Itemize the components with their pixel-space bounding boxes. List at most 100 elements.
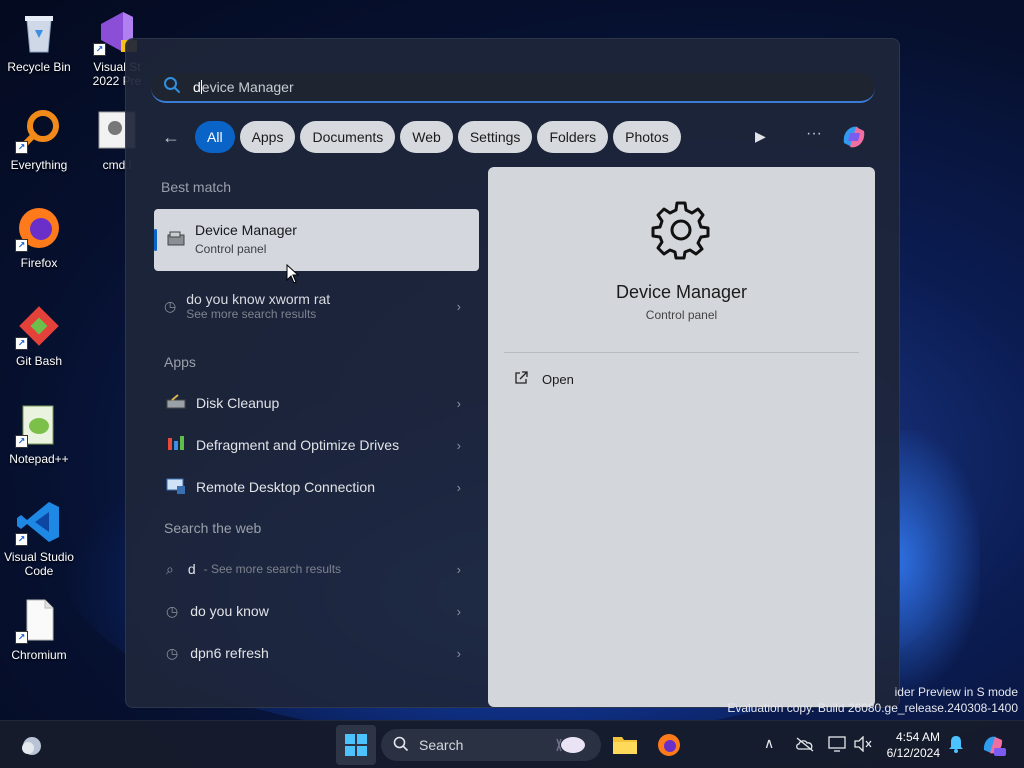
details-title: Device Manager (615, 282, 748, 302)
onedrive-offline-icon[interactable] (795, 736, 815, 757)
filter-folders[interactable]: Folders (537, 121, 609, 153)
gear-icon (650, 199, 712, 266)
filter-bar: ← All Apps Documents Web Settings Folder… (162, 121, 681, 153)
desktop-icon-firefox[interactable]: ↗ Firefox (0, 204, 78, 270)
play-more-filters-icon[interactable]: ▶ (755, 128, 766, 145)
git-bash-icon: ↗ (15, 302, 63, 350)
shortcut-arrow-icon: ↗ (15, 239, 28, 252)
web-result-item[interactable]: ◷ dpn6 refresh › (154, 634, 479, 672)
search-panel: device Manager ← All Apps Documents Web … (125, 38, 900, 708)
windows-logo-icon (345, 734, 367, 756)
filter-photos[interactable]: Photos (613, 121, 681, 153)
web-result-query: do you know (190, 603, 269, 619)
chevron-right-icon: › (456, 479, 461, 495)
chevron-right-icon: › (456, 298, 461, 314)
chevron-right-icon: › (456, 395, 461, 411)
desktop-icon-label: Recycle Bin (7, 60, 71, 74)
desktop-icon-label: Git Bash (15, 354, 63, 368)
desktop-icon-vscode[interactable]: ↗ Visual Studio Code (0, 498, 78, 578)
web-result-item[interactable]: ◷ do you know › (154, 592, 479, 630)
web-suggestion-subtitle: See more search results (186, 307, 317, 321)
chevron-right-icon: › (456, 603, 461, 619)
filter-settings[interactable]: Settings (457, 121, 533, 153)
mouse-cursor-icon (286, 263, 300, 289)
app-item-disk-cleanup[interactable]: Disk Cleanup › (154, 384, 479, 422)
build-watermark-line2: Evaluation copy. Build 26080.ge_release.… (727, 701, 1018, 715)
details-divider (504, 352, 859, 353)
search-icon (393, 736, 409, 755)
history-icon: ◷ (164, 297, 177, 314)
history-icon: ◷ (166, 602, 179, 619)
desktop-icon-git-bash[interactable]: ↗ Git Bash (0, 302, 78, 368)
recycle-bin-icon (15, 8, 63, 56)
search-query: device Manager (193, 79, 294, 95)
volume-muted-icon[interactable] (854, 735, 872, 757)
app-label: Defragment and Optimize Drives (196, 437, 400, 453)
vscode-icon: ↗ (15, 498, 63, 546)
network-icon[interactable] (828, 736, 846, 757)
filter-web[interactable]: Web (400, 121, 453, 153)
web-result-item[interactable]: ⌕ d - See more search results › (154, 550, 479, 588)
web-result-query: d (187, 561, 196, 577)
web-result-query: dpn6 refresh (190, 645, 269, 661)
clock[interactable]: 4:54 AM 6/12/2024 (887, 729, 940, 761)
app-item-remote-desktop[interactable]: Remote Desktop Connection › (154, 468, 479, 506)
apps-heading: Apps (164, 354, 196, 370)
shortcut-arrow-icon: ↗ (15, 141, 28, 154)
open-label: Open (542, 372, 574, 387)
history-icon: ◷ (166, 644, 179, 661)
desktop-icon-chromium[interactable]: ↗ Chromium (0, 596, 78, 662)
remote-desktop-icon (166, 477, 186, 498)
best-match-item[interactable]: Device Manager Control panel (154, 209, 479, 271)
best-match-heading: Best match (161, 179, 232, 195)
details-category: Control panel (645, 308, 718, 322)
shortcut-arrow-icon: ↗ (93, 43, 106, 56)
shortcut-arrow-icon: ↗ (15, 435, 28, 448)
desktop-icon-recycle-bin[interactable]: Recycle Bin (0, 8, 78, 74)
search-icon: ⌕ (166, 560, 174, 577)
open-external-icon (514, 371, 528, 388)
chevron-right-icon: › (456, 645, 461, 661)
taskbar-search-label: Search (419, 737, 464, 753)
chevron-up-icon[interactable]: ∧ (764, 735, 774, 752)
desktop-icon-label: Everything (10, 158, 68, 172)
search-the-web-heading: Search the web (164, 520, 262, 536)
firefox-taskbar-icon[interactable] (656, 732, 682, 763)
clock-time: 4:54 AM (895, 730, 940, 744)
filter-all[interactable]: All (195, 121, 235, 153)
desktop-icon-label: Firefox (20, 256, 58, 270)
desktop-icon-everything[interactable]: ↗ Everything (0, 106, 78, 172)
file-explorer-icon[interactable] (612, 733, 638, 760)
copilot-icon[interactable] (838, 121, 870, 158)
copilot-taskbar-icon[interactable] (980, 732, 1006, 763)
search-highlight-icon (551, 733, 587, 760)
taskbar: Search ∧ 4:54 AM 6/12/2024 (0, 720, 1024, 768)
filter-apps[interactable]: Apps (239, 121, 296, 153)
start-button[interactable] (336, 725, 376, 765)
back-arrow-icon[interactable]: ← (162, 121, 186, 153)
search-icon (163, 76, 181, 99)
desktop-icon-label: Visual Studio (4, 550, 74, 564)
notepad-plus-plus-icon: ↗ (15, 400, 63, 448)
build-watermark-line1: ider Preview in S mode (894, 685, 1018, 699)
chevron-right-icon: › (456, 437, 461, 453)
web-suggestion-item[interactable]: ◷ do you know xworm rat See more search … (154, 285, 479, 327)
open-action[interactable]: Open (514, 371, 574, 388)
firefox-icon: ↗ (15, 204, 63, 252)
filter-documents[interactable]: Documents (300, 121, 396, 153)
chevron-right-icon: › (456, 561, 461, 577)
more-options-button[interactable]: ··· (806, 125, 822, 143)
desktop-icon-notepad-plus-plus[interactable]: ↗ Notepad++ (0, 400, 78, 466)
search-input[interactable]: device Manager (151, 73, 875, 103)
app-item-defragment[interactable]: Defragment and Optimize Drives › (154, 426, 479, 464)
desktop-icon-label: Notepad++ (9, 452, 69, 466)
desktop-icon-label: Code (24, 564, 54, 578)
details-pane: Device Manager Control panel Open (488, 167, 875, 707)
best-match-subtitle: Control panel (195, 242, 267, 256)
taskbar-search[interactable]: Search (381, 729, 601, 761)
device-manager-icon (166, 229, 188, 254)
notification-bell-icon[interactable] (948, 735, 964, 758)
best-match-title: Device Manager (195, 222, 297, 238)
shortcut-arrow-icon: ↗ (15, 337, 28, 350)
weather-icon[interactable] (20, 733, 44, 762)
